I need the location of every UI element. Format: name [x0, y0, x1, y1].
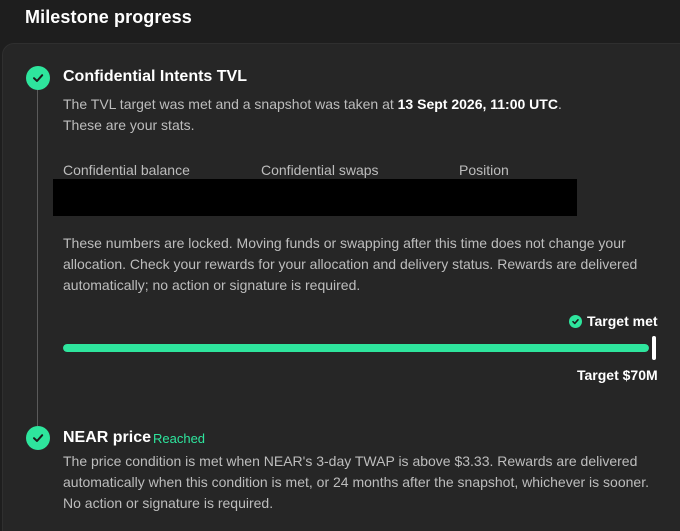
target-met-status: Target met: [569, 313, 658, 329]
progress-target-marker: [652, 336, 656, 360]
progress-bar: [63, 344, 649, 352]
snapshot-prefix: The TVL target was met and a snapshot wa…: [63, 96, 398, 112]
stat-label-position: Position: [459, 162, 509, 178]
milestone-title: NEAR price: [63, 429, 152, 446]
stat-label-confidential-swaps: Confidential swaps: [261, 162, 379, 178]
reached-badge: Reached: [153, 431, 206, 446]
redacted-stats-values: [53, 179, 577, 216]
near-price-description: The price condition is met when NEAR's 3…: [63, 453, 649, 511]
snapshot-text: The TVL target was met and a snapshot wa…: [63, 94, 643, 136]
check-circle-icon: [569, 314, 582, 328]
stats-intro: These are your stats.: [63, 117, 195, 133]
check-circle-icon: [26, 426, 50, 450]
snapshot-time: 13 Sept 2026, 11:00 UTC: [397, 96, 558, 112]
check-circle-icon: [26, 66, 50, 90]
snapshot-suffix: .: [557, 96, 562, 112]
timeline-connector: [37, 90, 38, 426]
milestone-title: Confidential Intents TVL: [63, 68, 247, 85]
progress-fill: [63, 344, 649, 352]
target-amount: Target $70M: [577, 367, 658, 383]
target-met-label: Target met: [587, 313, 658, 329]
stat-label-confidential-balance: Confidential balance: [63, 162, 190, 178]
section-title: Milestone progress: [25, 7, 192, 27]
locked-note: These numbers are locked. Moving funds o…: [63, 235, 638, 293]
milestone-progress-page: Milestone progress Confidential Intents …: [0, 0, 680, 531]
